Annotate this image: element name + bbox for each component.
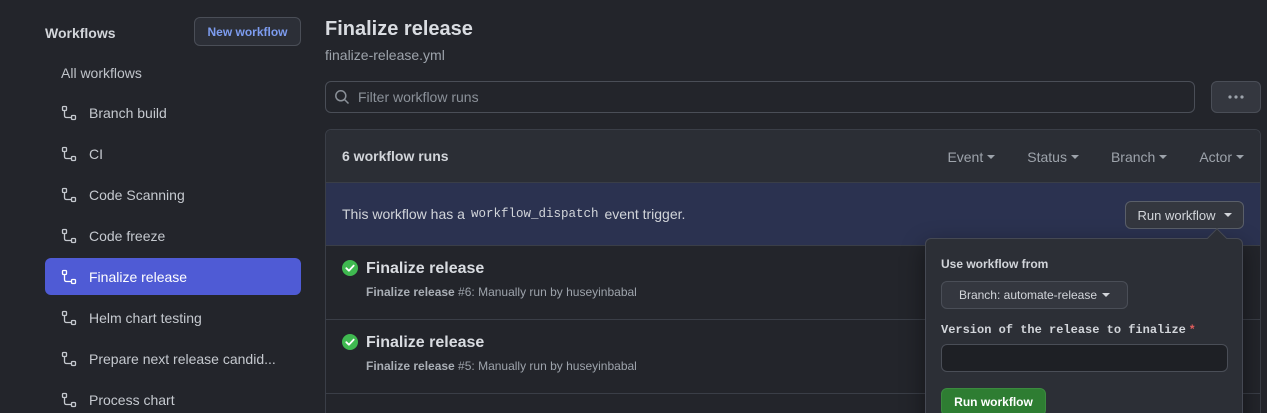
branch-select-button[interactable]: Branch: automate-release	[941, 281, 1128, 309]
workflow-icon	[61, 105, 77, 120]
workflow-icon	[61, 310, 77, 325]
new-workflow-button[interactable]: New workflow	[194, 17, 301, 46]
all-workflows-link[interactable]: All workflows	[61, 65, 142, 81]
check-circle-icon	[342, 334, 358, 350]
workflow-icon	[61, 146, 77, 161]
workflow-icon	[61, 228, 77, 243]
run-meta: Finalize release #6: Manually run by hus…	[366, 285, 637, 299]
sidebar-workflow-item[interactable]: Finalize release	[45, 258, 301, 295]
caret-down-icon	[1102, 293, 1111, 297]
run-title[interactable]: Finalize release	[366, 334, 484, 352]
sidebar-workflow-label: Code freeze	[89, 227, 166, 244]
sidebar-workflow-label: Process chart	[89, 391, 175, 408]
workflows-sidebar: Workflows New workflow All workflows Bra…	[45, 0, 301, 413]
kebab-horizontal-icon	[1228, 95, 1244, 99]
required-mark: *	[1189, 322, 1195, 336]
filter-label: Branch	[1110, 148, 1156, 165]
sidebar-workflow-item[interactable]: Code Scanning	[45, 176, 301, 213]
run-meta: Finalize release #5: Manually run by hus…	[366, 359, 637, 373]
branch-select-label: Branch: automate-release	[958, 288, 1098, 302]
sidebar-workflow-item[interactable]: Process chart	[45, 381, 301, 413]
filter-label: Actor	[1199, 148, 1232, 165]
sidebar-workflow-item[interactable]: Code freeze	[45, 217, 301, 254]
run-workflow-dropdown-button[interactable]: Run workflow	[1125, 201, 1244, 229]
caret-down-icon	[1159, 154, 1168, 159]
sidebar-workflow-label: Branch build	[89, 104, 167, 121]
sidebar-header: Workflows New workflow	[45, 17, 301, 47]
runs-header: 6 workflow runs Event Status Branch Acto…	[326, 130, 1260, 183]
page-title: Finalize release	[325, 18, 473, 40]
sidebar-workflow-label: Prepare next release candid...	[89, 350, 276, 367]
workflow-file-link[interactable]: finalize-release.yml	[325, 47, 445, 63]
version-input[interactable]	[941, 344, 1228, 372]
run-filters: Event Status Branch Actor	[915, 130, 1244, 183]
workflow-icon	[61, 269, 77, 284]
run-workflow-dropdown: Use workflow from Branch: automate-relea…	[925, 228, 1243, 413]
sidebar-workflow-label: Code Scanning	[89, 186, 185, 203]
sidebar-workflow-label: Helm chart testing	[89, 309, 202, 326]
sidebar-workflow-item[interactable]: CI	[45, 135, 301, 172]
run-title[interactable]: Finalize release	[366, 260, 484, 278]
runs-count: 6 workflow runs	[342, 148, 449, 164]
filter-branch[interactable]: Branch	[1110, 148, 1168, 165]
more-options-button[interactable]	[1211, 81, 1261, 113]
run-workflow-button-label: Run workflow	[1137, 207, 1216, 223]
caret-down-icon	[1223, 213, 1232, 217]
filter-actor[interactable]: Actor	[1199, 149, 1244, 165]
dispatch-banner: This workflow has a workflow_dispatch ev…	[326, 183, 1260, 246]
use-workflow-from-label: Use workflow from	[941, 257, 1049, 271]
sidebar-workflow-item[interactable]: Helm chart testing	[45, 299, 301, 336]
run-meta-details: #5: Manually run by huseyinbabal	[454, 359, 637, 373]
run-workflow-submit-button[interactable]: Run workflow	[941, 388, 1046, 413]
sidebar-workflow-label: CI	[89, 145, 103, 162]
version-input-label: Version of the release to finalize *	[941, 322, 1195, 337]
version-input-label-text: Version of the release to finalize	[941, 323, 1186, 337]
sidebar-workflow-label: Finalize release	[89, 268, 188, 285]
sidebar-workflow-item[interactable]: Prepare next release candid...	[45, 340, 301, 377]
filter-label: Event	[947, 148, 984, 165]
sidebar-workflow-item[interactable]: Branch build	[45, 94, 301, 131]
run-meta-details: #6: Manually run by huseyinbabal	[454, 285, 637, 299]
caret-down-icon	[1236, 154, 1244, 159]
filter-event[interactable]: Event	[947, 148, 996, 165]
dispatch-text-suffix: event trigger.	[604, 206, 686, 222]
workflow-icon	[61, 392, 77, 407]
run-meta-workflow: Finalize release	[366, 285, 455, 299]
search-icon	[335, 90, 350, 105]
caret-down-icon	[987, 154, 996, 159]
dispatch-code: workflow_dispatch	[470, 207, 599, 221]
sidebar-title: Workflows	[45, 25, 116, 41]
workflow-list: Branch build CI Code Scanning Code freez…	[45, 94, 301, 413]
filter-status[interactable]: Status	[1027, 149, 1079, 165]
filter-bar	[325, 81, 1195, 113]
workflow-icon	[61, 187, 77, 202]
dispatch-text-prefix: This workflow has a	[342, 206, 465, 222]
check-circle-icon	[342, 260, 358, 276]
run-meta-workflow: Finalize release	[366, 359, 455, 373]
filter-label: Status	[1027, 148, 1067, 165]
workflow-icon	[61, 351, 77, 366]
filter-workflow-runs-input[interactable]	[358, 89, 1158, 105]
caret-down-icon	[1070, 154, 1079, 159]
